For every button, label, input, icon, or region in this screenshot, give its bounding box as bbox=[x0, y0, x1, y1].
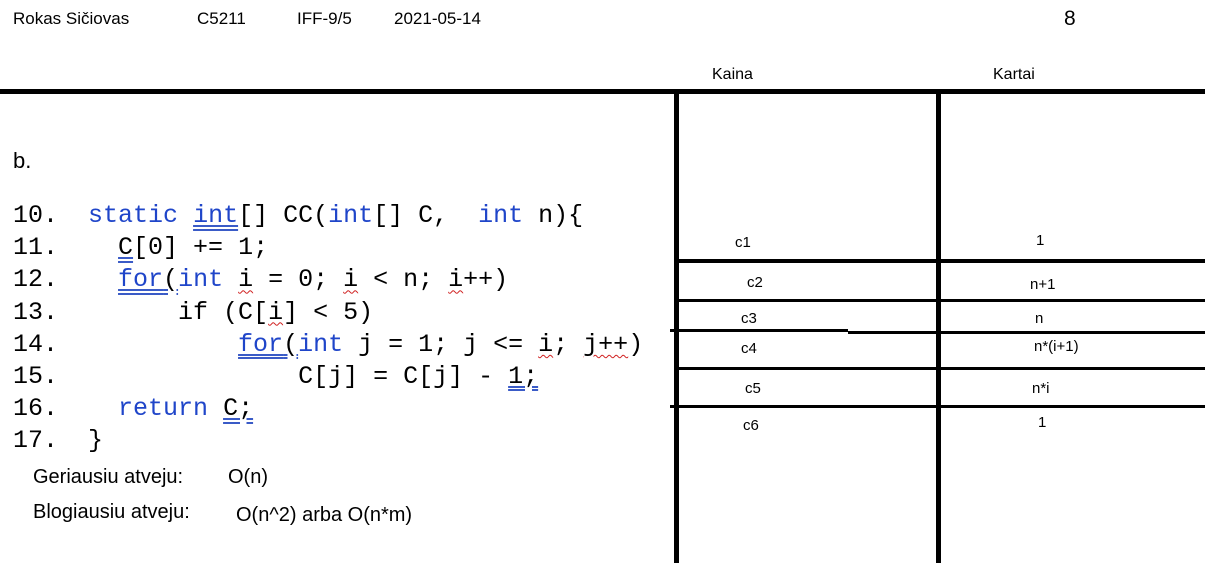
code-token: int bbox=[193, 201, 239, 230]
table-left-border bbox=[674, 92, 679, 563]
code-token: [0] += 1; bbox=[133, 233, 269, 263]
code-line: 17. } bbox=[13, 425, 643, 457]
student-code: C5211 bbox=[197, 9, 246, 28]
code-token: = 0; bbox=[253, 265, 344, 295]
code-token: i bbox=[343, 265, 359, 295]
line-number: 11. bbox=[13, 233, 59, 263]
page-number: 8 bbox=[1064, 7, 1076, 30]
code-token: int bbox=[178, 265, 224, 295]
code-token: [] CC( bbox=[238, 201, 329, 230]
code-line: 10. static int[] CC(int[] C, int n){ bbox=[13, 200, 643, 232]
code-token: i bbox=[238, 265, 254, 295]
code-line: 16. return C; bbox=[13, 393, 643, 425]
code-token: i bbox=[538, 329, 554, 359]
row-divider bbox=[678, 299, 1205, 302]
times-cell: 1 bbox=[1036, 232, 1045, 249]
code-token: [] C, bbox=[373, 201, 479, 230]
group-code: IFF-9/5 bbox=[297, 9, 352, 28]
code-token: j = 1; j <= bbox=[343, 329, 539, 359]
line-number: 17. bbox=[13, 426, 59, 456]
header-divider bbox=[0, 89, 1205, 94]
code-token: if (C[ bbox=[178, 297, 269, 327]
code-line: 13. if (C[i] < 5) bbox=[13, 297, 643, 329]
section-label: b. bbox=[13, 148, 32, 173]
code-listing: 10. static int[] CC(int[] C, int n){ 11.… bbox=[13, 200, 643, 458]
author-name: Rokas Sičiovas bbox=[13, 9, 130, 28]
cost-cell: c4 bbox=[741, 340, 757, 357]
line-number: 13. bbox=[13, 297, 59, 327]
line-number: 15. bbox=[13, 361, 59, 391]
code-token: int bbox=[478, 201, 524, 230]
times-cell: n*i bbox=[1032, 380, 1050, 397]
column-header-times: Kartai bbox=[993, 66, 1035, 83]
code-token: ++) bbox=[463, 265, 509, 295]
worst-case-value: O(n^2) arba O(n*m) bbox=[236, 504, 413, 526]
code-line: 11. C[0] += 1; bbox=[13, 232, 643, 264]
row-divider bbox=[670, 405, 1205, 408]
best-case-label: Geriausiu atveju: bbox=[33, 466, 184, 488]
cost-cell: c5 bbox=[745, 380, 761, 397]
code-token: static bbox=[88, 201, 194, 230]
code-line: 14. for(int j = 1; j <= i; j++) bbox=[13, 329, 643, 361]
cost-cell: c1 bbox=[735, 234, 751, 251]
code-token: ( bbox=[283, 329, 299, 359]
code-token: C; bbox=[223, 394, 254, 424]
line-number: 12. bbox=[13, 265, 59, 295]
row-divider bbox=[678, 259, 1205, 263]
date: 2021-05-14 bbox=[394, 9, 481, 28]
code-token: return bbox=[118, 394, 224, 424]
row-divider bbox=[678, 367, 1205, 370]
code-line: 15. C[j] = C[j] - 1; bbox=[13, 361, 643, 393]
times-cell: n*(i+1) bbox=[1034, 338, 1079, 355]
code-token: j++ bbox=[583, 329, 629, 359]
best-case-value: O(n) bbox=[228, 466, 268, 488]
code-token: ) bbox=[628, 329, 644, 359]
code-token: ] < 5) bbox=[283, 297, 374, 327]
line-number: 14. bbox=[13, 329, 59, 359]
code-token: } bbox=[88, 426, 104, 456]
worst-case-label: Blogiausiu atveju: bbox=[33, 501, 190, 523]
code-token: 1; bbox=[508, 361, 539, 391]
line-number: 10. bbox=[13, 201, 59, 230]
column-header-cost: Kaina bbox=[712, 66, 753, 83]
code-token: C[j] = C[j] - bbox=[298, 361, 509, 391]
times-cell: 1 bbox=[1038, 414, 1047, 431]
cost-cell: c2 bbox=[747, 274, 763, 291]
code-token: < n; bbox=[358, 265, 449, 295]
code-token: i bbox=[268, 297, 284, 327]
code-token: n){ bbox=[523, 201, 584, 230]
times-cell: n bbox=[1035, 310, 1044, 327]
code-token: for bbox=[118, 265, 164, 295]
code-token: for bbox=[238, 329, 284, 359]
times-cell: n+1 bbox=[1030, 276, 1056, 293]
code-token: ( bbox=[163, 265, 179, 295]
row-divider bbox=[848, 331, 1205, 334]
code-token: i bbox=[448, 265, 464, 295]
row-divider bbox=[670, 329, 848, 332]
code-token: int bbox=[298, 329, 344, 359]
code-line: 12. for(int i = 0; i < n; i++) bbox=[13, 264, 643, 296]
cost-cell: c3 bbox=[741, 310, 757, 327]
line-number: 16. bbox=[13, 394, 59, 424]
code-token: C bbox=[118, 233, 134, 263]
cost-cell: c6 bbox=[743, 417, 759, 434]
code-token: int bbox=[328, 201, 374, 230]
code-token: ; bbox=[553, 329, 584, 359]
table-middle-border bbox=[936, 92, 941, 563]
